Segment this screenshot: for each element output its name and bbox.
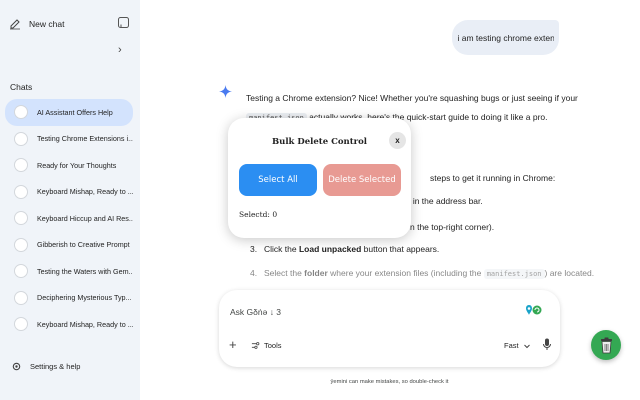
chat-item[interactable]: Deciphering Mysterious Typ... (5, 285, 133, 312)
user-message-bubble: i am testing chrome extensio (452, 20, 559, 55)
chat-item[interactable]: Ready for Your Thoughts (5, 152, 133, 179)
extension-badge-icon[interactable] (524, 304, 542, 316)
chat-select-circle[interactable] (14, 158, 28, 173)
add-attachment-button[interactable]: + (229, 338, 237, 352)
chat-list: AI Assistant Offers Help Testing Chrome … (5, 99, 133, 338)
tools-icon (251, 342, 260, 349)
edit-icon (10, 19, 20, 30)
chat-item-label: AI Assistant Offers Help (37, 107, 113, 117)
step-3-text: 3. Click the Load unpacked button that ap… (250, 244, 440, 254)
disclaimer-text: ȳemini can make mistakes, so double-chec… (330, 379, 449, 385)
selected-count-text: Selectd: 0 (239, 210, 278, 219)
chat-item[interactable]: AI Assistant Offers Help (5, 99, 133, 126)
chat-item-label: Keyboard Hiccup and AI Res... (37, 213, 133, 223)
chat-item-label: Gibberish to Creative Prompt (37, 240, 130, 250)
mic-icon[interactable] (542, 338, 552, 351)
steps-intro-text: steps to get it running in Chrome: (430, 173, 556, 183)
bulk-delete-modal: Bulk Delete Control x Select All Delete … (228, 118, 411, 238)
delete-selected-button[interactable]: Delete Selected (323, 164, 401, 196)
response-paragraph: Testing a Chrome extension? Nice! Whethe… (246, 93, 578, 103)
settings-label: Settings & help (30, 362, 81, 371)
chat-item-label: Deciphering Mysterious Typ... (37, 293, 132, 303)
mode-selector[interactable]: Fast (504, 341, 531, 350)
mode-label: Fast (504, 341, 519, 350)
prompt-input[interactable]: Ask Gδṅə ↓ 3 (230, 307, 281, 317)
chat-item[interactable]: Keyboard Hiccup and AI Res... (5, 205, 133, 232)
modal-title: Bulk Delete Control (271, 137, 368, 147)
select-all-button[interactable]: Select All (239, 164, 317, 196)
response-intro-text: Testing a Chrome extension? Nice! Whethe… (246, 93, 578, 103)
chat-select-circle[interactable] (14, 317, 28, 332)
prompt-composer: Ask Gδṅə ↓ 3 + Tools Fast (219, 290, 560, 367)
chat-item[interactable]: Testing the Waters with Gem... (5, 258, 133, 285)
step-4-text: 4. Select the folder where your extension… (250, 268, 595, 279)
chat-select-circle[interactable] (14, 211, 28, 226)
step-1-tail: in the address bar. (412, 196, 483, 206)
chat-select-circle[interactable] (14, 264, 28, 279)
chat-select-circle[interactable] (14, 131, 28, 146)
user-message-text: i am testing chrome extensio (457, 32, 554, 43)
new-chat-label: New chat (29, 19, 65, 29)
step-2-text: n the top-right corner). (410, 222, 495, 232)
chevron-right-icon[interactable]: › (118, 44, 122, 56)
inline-code: manifest.json (483, 269, 545, 279)
chat-item[interactable]: Gibberish to Creative Prompt (5, 232, 133, 259)
gear-icon (12, 362, 21, 371)
chat-select-circle[interactable] (14, 184, 28, 199)
chat-item[interactable]: Testing Chrome Extensions i... (5, 126, 133, 153)
tools-button[interactable]: Tools (251, 341, 282, 350)
chat-item-label: Testing the Waters with Gem... (37, 266, 133, 276)
close-button[interactable]: x (389, 132, 406, 149)
chat-item[interactable]: Keyboard Mishap, Ready to ... (5, 179, 133, 206)
sidebar: New chat › Chats AI Assistant Offers Hel… (0, 0, 140, 400)
trash-icon (600, 337, 612, 353)
chat-item[interactable]: Keyboard Mishap, Ready to ... (5, 311, 133, 338)
tools-label: Tools (264, 341, 282, 350)
bulk-delete-fab[interactable] (591, 330, 621, 360)
chat-select-circle[interactable] (14, 105, 28, 120)
panel-icon[interactable] (117, 16, 130, 29)
chats-heading: Chats (10, 82, 33, 92)
new-chat-button[interactable]: New chat (9, 16, 64, 32)
chat-item-label: Keyboard Mishap, Ready to ... (37, 319, 133, 329)
chat-item-label: Keyboard Mishap, Ready to ... (37, 187, 133, 197)
chat-select-circle[interactable] (14, 290, 28, 305)
gemini-spark-icon (219, 85, 232, 98)
chevron-down-icon (523, 344, 530, 348)
settings-button[interactable]: Settings & help (11, 361, 80, 372)
chat-select-circle[interactable] (14, 237, 28, 252)
chat-item-label: Ready for Your Thoughts (37, 160, 117, 170)
chat-item-label: Testing Chrome Extensions i... (37, 134, 133, 144)
